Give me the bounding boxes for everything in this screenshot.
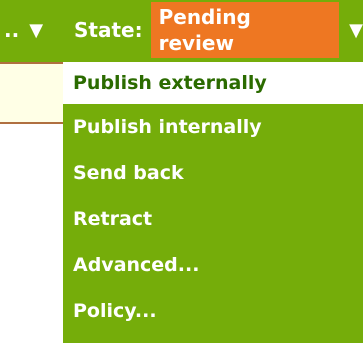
state-label: State:	[74, 18, 143, 42]
chevron-down-icon: ▼	[349, 19, 363, 41]
chevron-down-icon: ▼	[29, 19, 44, 41]
menu-item-policy[interactable]: Policy...	[63, 288, 363, 334]
state-dropdown-menu: Publish externally Publish internally Se…	[63, 62, 363, 343]
menu-item-advanced[interactable]: Advanced...	[63, 242, 363, 288]
menu-item-publish-internally[interactable]: Publish internally	[63, 104, 363, 150]
page-content-area	[0, 62, 63, 124]
state-menu[interactable]: State: Pending review ▼	[74, 2, 363, 58]
previous-menu[interactable]: .. ▼	[0, 12, 43, 48]
divider	[0, 62, 63, 64]
state-value-badge: Pending review	[150, 2, 340, 58]
previous-menu-label: ..	[4, 18, 20, 42]
menu-item-send-back[interactable]: Send back	[63, 150, 363, 196]
menu-item-publish-externally[interactable]: Publish externally	[63, 62, 363, 104]
menu-item-retract[interactable]: Retract	[63, 196, 363, 242]
